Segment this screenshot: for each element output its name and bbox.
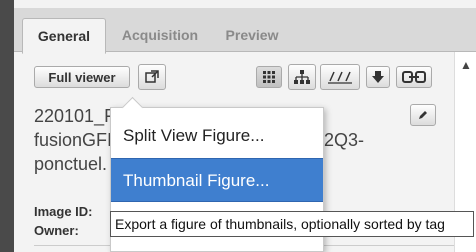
open-external-button[interactable] bbox=[138, 64, 166, 90]
axis-button[interactable] bbox=[320, 64, 360, 90]
image-id-label: Image ID: bbox=[34, 204, 93, 219]
toolbar: Full viewer bbox=[14, 52, 454, 100]
tab-preview[interactable]: Preview bbox=[216, 18, 288, 52]
image-title-line: 220101_F bbox=[34, 106, 116, 126]
scroll-up-icon[interactable]: ▲ bbox=[460, 58, 472, 72]
download-icon bbox=[372, 71, 384, 83]
pencil-icon bbox=[419, 111, 427, 119]
edit-name-button[interactable] bbox=[410, 104, 436, 126]
image-metadata: Image ID: Owner: bbox=[34, 202, 93, 240]
tab-acquisition[interactable]: Acquisition bbox=[114, 18, 206, 52]
link-icon bbox=[402, 71, 426, 83]
grid-button[interactable] bbox=[256, 66, 282, 88]
open-external-icon bbox=[145, 70, 159, 83]
grid-icon bbox=[263, 71, 275, 83]
menu-item-thumbnail-figure[interactable]: Thumbnail Figure... bbox=[111, 158, 323, 202]
image-title-line: fusionGFI bbox=[34, 130, 113, 150]
menu-item-split-view-figure[interactable]: Split View Figure... bbox=[111, 114, 323, 158]
tab-general[interactable]: General bbox=[22, 18, 106, 54]
image-title-line: ponctuel. bbox=[34, 154, 108, 174]
download-button[interactable] bbox=[366, 66, 390, 88]
tooltip: Export a figure of thumbnails, optionall… bbox=[110, 211, 474, 237]
hierarchy-icon bbox=[294, 70, 310, 84]
axis-icon bbox=[328, 71, 352, 84]
full-viewer-button[interactable]: Full viewer bbox=[34, 66, 130, 88]
image-title-fragment: 2Q3- bbox=[324, 130, 365, 150]
hierarchy-button[interactable] bbox=[288, 64, 316, 90]
tab-bar: General Acquisition Preview bbox=[14, 8, 476, 54]
link-button[interactable] bbox=[396, 66, 432, 88]
owner-label: Owner: bbox=[34, 223, 79, 238]
